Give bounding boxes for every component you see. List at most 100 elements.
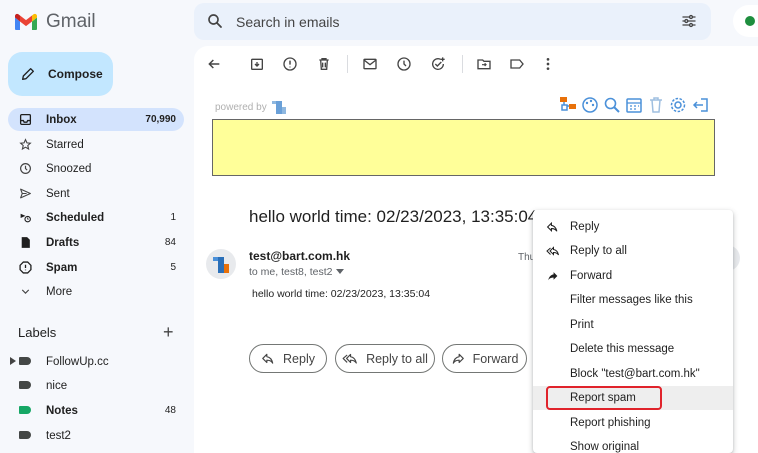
search-options-icon[interactable] [681,13,697,29]
archive-icon[interactable] [249,56,265,72]
mark-unread-icon[interactable] [362,56,378,72]
compose-button[interactable]: Compose [8,52,113,96]
clock-icon [19,162,32,175]
menu-item-show-original[interactable]: Show original [533,435,733,453]
inbox-icon [19,113,32,126]
reply-all-icon [546,245,560,258]
calendar-icon[interactable] [624,95,643,114]
trash-icon[interactable] [646,95,665,114]
sidebar-item-more[interactable]: More [8,280,184,303]
menu-item-label: Filter messages like this [570,294,693,306]
snooze-icon[interactable] [396,56,412,72]
reply-label: Reply [283,351,315,366]
sidebar-item-starred[interactable]: Starred [8,133,184,156]
menu-item-label: Reply to all [570,245,627,257]
menu-item-label: Block "test@bart.com.hk" [570,368,700,380]
menu-item-forward[interactable]: Forward [533,264,733,288]
sidebar-item-label: Inbox [46,113,77,126]
avatar[interactable] [206,249,236,279]
recipients[interactable]: to me, test8, test2 [249,266,345,278]
move-to-icon[interactable] [476,56,492,72]
menu-item-label: Reply [570,221,600,233]
recipients-text: to me, test8, test2 [249,266,333,278]
sidebar-item-snoozed[interactable]: Snoozed [8,157,184,180]
chevron-down-icon [19,285,32,298]
search-icon[interactable] [206,12,224,30]
sidebar-item-label: Scheduled [46,211,105,224]
send-icon [19,187,32,200]
forward-button[interactable]: Forward [442,344,527,373]
expand-arrow-icon[interactable] [10,357,16,365]
settings-gear-icon[interactable] [668,95,687,114]
menu-item-block[interactable]: Block "test@bart.com.hk" [533,362,733,386]
reply-icon [261,352,275,366]
exit-icon[interactable] [690,95,709,114]
star-icon [19,138,32,151]
sidebar-item-label: Spam [46,261,78,274]
label-tag-icon [19,406,31,414]
menu-item-label: Show original [570,441,640,453]
item-count: 48 [164,405,176,416]
menu-item-label: Forward [570,270,613,282]
reply-icon [546,221,559,234]
menu-item-print[interactable]: Print [533,313,733,337]
item-count: 5 [170,262,176,273]
item-count: 1 [170,212,176,223]
sidebar-label-notes[interactable]: Notes 48 [8,399,184,422]
menu-item-label: Report phishing [570,417,651,429]
compose-label: Compose [48,67,103,81]
sidebar-item-label: Snoozed [46,162,92,175]
gmail-logo[interactable]: Gmail [14,11,96,33]
extension-panel [212,119,715,176]
delete-icon[interactable] [316,56,332,72]
sidebar-item-inbox[interactable]: Inbox 70,990 [8,108,184,131]
menu-item-reply-all[interactable]: Reply to all [533,239,733,263]
sidebar-label-test2[interactable]: test2 [8,424,184,447]
sidebar-item-scheduled[interactable]: Scheduled 1 [8,206,184,229]
palette-icon[interactable] [580,95,599,114]
menu-item-reply[interactable]: Reply [533,215,733,239]
toolbar-divider [347,55,348,73]
search-input[interactable] [236,3,656,40]
label-tag-icon [19,381,31,389]
sidebar-item-label: Notes [46,404,78,417]
email-body: hello world time: 02/23/2023, 13:35:04 [252,288,431,300]
reply-all-button[interactable]: Reply to all [335,344,435,373]
app-name: Gmail [46,11,96,32]
report-spam-icon[interactable] [282,56,298,72]
powered-by: powered by [215,99,287,115]
draft-icon [19,236,32,249]
sidebar-item-label: Starred [46,138,84,151]
menu-item-filter[interactable]: Filter messages like this [533,288,733,312]
caret-down-icon[interactable] [336,269,345,275]
workflow-icon[interactable] [558,95,577,114]
forward-label: Forward [472,351,519,366]
menu-item-label: Delete this message [570,343,675,355]
add-task-icon[interactable] [430,56,446,72]
sidebar-item-drafts[interactable]: Drafts 84 [8,231,184,254]
reply-all-icon [342,352,358,366]
spam-icon [19,261,32,274]
labels-heading: Labels [18,325,57,340]
search-magnify-icon[interactable] [602,95,621,114]
item-count: 84 [164,237,176,248]
more-vert-icon[interactable] [540,56,556,72]
sidebar-item-sent[interactable]: Sent [8,182,184,205]
menu-item-label: Print [570,319,594,331]
unread-count: 70,990 [145,114,176,125]
back-arrow-icon[interactable] [206,56,222,72]
sidebar-label-nice[interactable]: nice [8,374,184,397]
sidebar-item-spam[interactable]: Spam 5 [8,256,184,279]
menu-item-report-phishing[interactable]: Report phishing [533,411,733,435]
sidebar-item-label: Drafts [46,236,80,249]
extension-toolbar [558,95,709,114]
menu-item-delete[interactable]: Delete this message [533,337,733,361]
sidebar-label-followup[interactable]: FollowUp.cc [8,350,184,373]
label-icon[interactable] [509,56,525,72]
forward-icon [451,352,465,366]
pencil-icon [20,66,36,82]
add-label-button[interactable]: + [163,323,174,341]
reply-all-label: Reply to all [366,351,428,366]
reply-button[interactable]: Reply [249,344,327,373]
sender-name[interactable]: test@bart.com.hk [249,249,350,263]
